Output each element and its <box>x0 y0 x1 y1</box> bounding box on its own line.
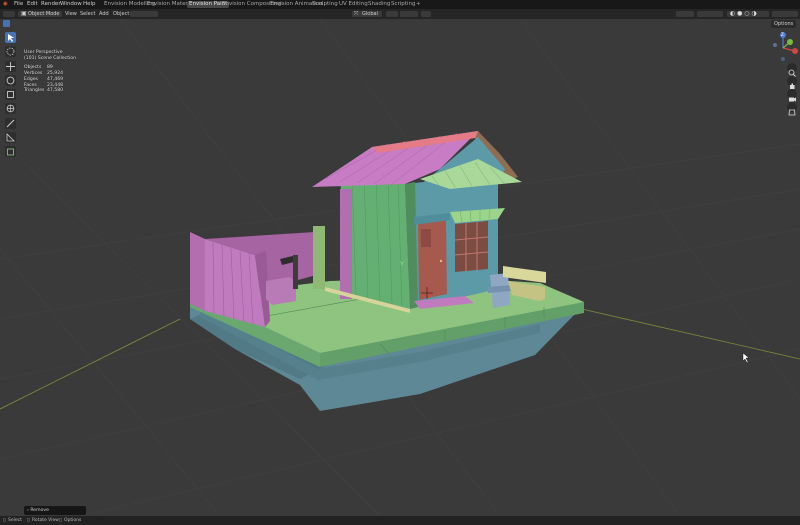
select-mode-toolbar <box>3 20 47 28</box>
cursor-tool[interactable] <box>5 46 16 57</box>
menu-render[interactable]: Render <box>41 0 61 9</box>
object-origin-y-label: Y <box>400 261 404 268</box>
menu-window[interactable]: Window <box>60 0 82 9</box>
stat-triangles: Triangles 47,580 <box>24 88 64 94</box>
status-select: Select <box>8 518 22 523</box>
snap-toggle[interactable] <box>400 11 418 17</box>
top-menu-bar: ◉ File Edit Render Window Help Envision … <box>0 0 800 9</box>
fence-corner-post <box>313 226 325 289</box>
door-knob <box>439 259 443 263</box>
select-intersect-icon[interactable] <box>35 20 42 27</box>
mouse-middle-icon: ▯ <box>27 518 30 523</box>
gizmo-toggle[interactable] <box>697 11 723 17</box>
3d-viewport[interactable]: Y User Perspective (101) Scene Collectio… <box>0 19 800 516</box>
zoom-view-button[interactable] <box>787 63 797 77</box>
proportional-edit-toggle[interactable] <box>421 11 431 17</box>
select-box-tool[interactable] <box>5 32 16 43</box>
status-options: Options <box>64 518 82 523</box>
pan-view-button[interactable] <box>787 76 797 89</box>
last-operation-label: Remove <box>30 508 49 513</box>
viewport-stats-overlay: User Perspective (101) Scene Collection … <box>24 50 76 94</box>
tab-sculpting[interactable]: Sculpting <box>310 1 340 8</box>
menu-file[interactable]: File <box>14 0 23 9</box>
menu-add[interactable]: Add <box>99 9 109 19</box>
options-button[interactable]: Options <box>771 20 797 28</box>
last-operation-panel[interactable]: › Remove <box>24 506 86 515</box>
select-extend-icon[interactable] <box>11 20 18 27</box>
add-workspace-button[interactable]: + <box>414 1 423 8</box>
gizmo-y-icon <box>787 39 793 45</box>
gizmo-z-label: Z <box>781 32 784 37</box>
menu-help[interactable]: Help <box>83 0 96 9</box>
overlay-dropdown[interactable] <box>772 11 798 17</box>
object-mode-icon: ▣ <box>21 10 27 17</box>
scale-tool[interactable] <box>5 89 16 100</box>
editor-type-dropdown[interactable] <box>3 11 15 17</box>
blender-logo-icon[interactable]: ◉ <box>3 0 8 9</box>
transform-tool[interactable] <box>5 103 16 114</box>
measure-tool[interactable] <box>5 132 16 143</box>
add-cube-tool[interactable] <box>5 146 16 157</box>
viewport-header: ▣ Object Mode View Select Add Object ⤧ G… <box>0 9 800 19</box>
collapse-arrow-icon: › <box>27 508 29 513</box>
mouse-right-icon: ▯ <box>59 518 62 523</box>
status-rotate-view: Rotate View <box>32 518 59 523</box>
status-bar: ▯ Select ▯ Rotate View ▯ Options <box>0 516 800 525</box>
menu-select[interactable]: Select <box>80 9 95 19</box>
mode-label: Object Mode <box>28 11 60 17</box>
visibility-dropdown[interactable] <box>676 11 694 17</box>
collection-name: (101) Scene Collection <box>24 55 77 61</box>
shading-solid-icon: ◐ ● ○ ◑ <box>730 10 757 17</box>
move-tool[interactable] <box>5 61 16 72</box>
select-new-icon[interactable] <box>3 20 10 27</box>
menu-view[interactable]: View <box>65 9 77 19</box>
object-tools-group[interactable] <box>130 11 158 17</box>
annotate-tool[interactable] <box>5 118 16 129</box>
crate <box>266 277 296 305</box>
perspective-toggle-button[interactable] <box>787 102 797 116</box>
pole <box>293 255 298 289</box>
pivot-dropdown[interactable] <box>386 11 398 17</box>
menu-edit[interactable]: Edit <box>27 0 38 9</box>
x-axis-line-back <box>0 318 181 410</box>
menu-object[interactable]: Object <box>113 9 129 19</box>
gizmo-x-icon <box>792 48 798 54</box>
mouse-left-icon: ▯ <box>3 518 6 523</box>
door-panel <box>421 229 431 247</box>
transform-orientation-icon: ⤧ <box>354 11 359 17</box>
fence-post-left <box>190 232 205 311</box>
tab-uv-editing[interactable]: UV Editing <box>337 1 370 8</box>
select-invert-icon[interactable] <box>27 20 34 27</box>
select-subtract-icon[interactable] <box>19 20 26 27</box>
house-window <box>455 221 488 272</box>
orientation-label: Global <box>362 11 378 17</box>
house-corner-post <box>340 189 352 299</box>
rotate-tool[interactable] <box>5 75 16 86</box>
camera-view-button[interactable] <box>787 89 797 102</box>
x-axis-line <box>559 303 800 360</box>
